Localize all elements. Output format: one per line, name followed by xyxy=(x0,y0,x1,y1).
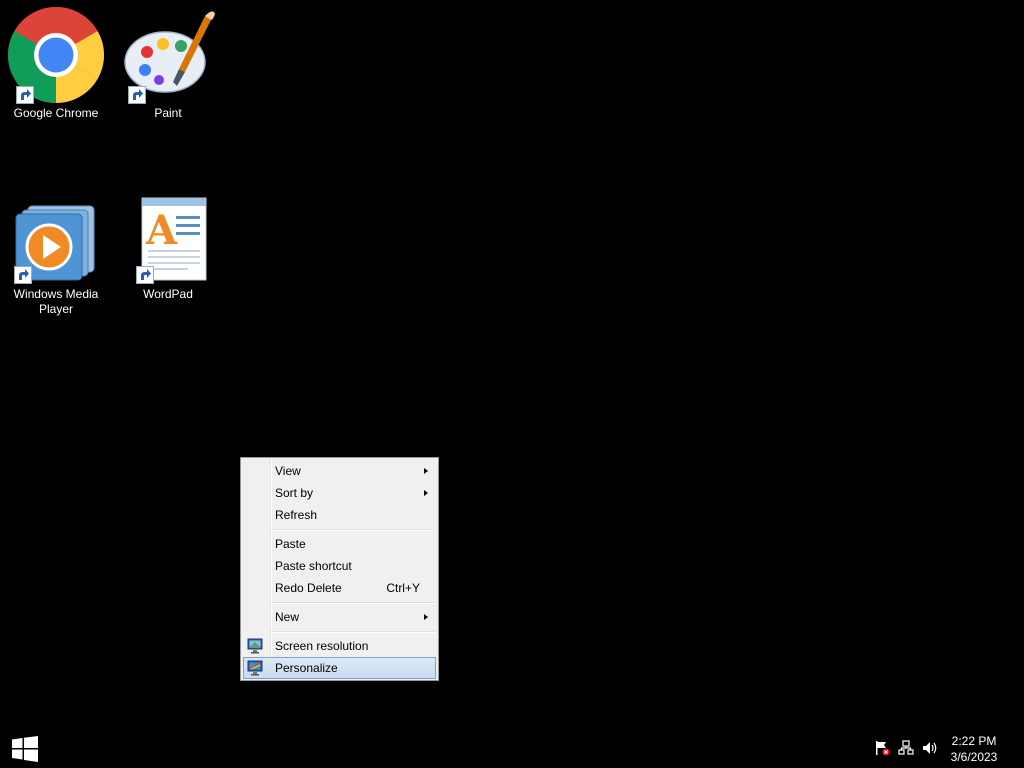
menu-item-label: Personalize xyxy=(275,661,338,675)
network-icon[interactable] xyxy=(898,740,914,756)
menu-item-label: View xyxy=(275,464,301,478)
personalize-icon xyxy=(247,660,263,676)
action-center-flag-icon[interactable] xyxy=(874,740,890,756)
desktop-icon-google-chrome[interactable]: Google Chrome xyxy=(0,6,112,121)
menu-item-redo-delete[interactable]: Redo Delete Ctrl+Y xyxy=(243,577,436,599)
desktop-icon-windows-media-player[interactable]: Windows Media Player xyxy=(0,204,112,317)
screen-resolution-icon xyxy=(247,638,263,654)
taskbar-clock[interactable]: 2:22 PM 3/6/2023 xyxy=(944,733,1004,765)
menu-item-personalize[interactable]: Personalize xyxy=(243,657,436,679)
desktop[interactable]: Google Chrome Paint Windows Media Player… xyxy=(0,0,1024,768)
shortcut-arrow-icon xyxy=(16,86,34,104)
menu-item-label: Sort by xyxy=(275,486,314,500)
menu-item-label: Paste shortcut xyxy=(275,559,352,573)
submenu-arrow-icon xyxy=(424,468,428,474)
menu-item-label: Redo Delete xyxy=(275,581,342,595)
menu-item-label: Refresh xyxy=(275,508,318,522)
desktop-icon-paint[interactable]: Paint xyxy=(112,6,224,121)
clock-date: 3/6/2023 xyxy=(950,750,998,764)
menu-item-view[interactable]: View xyxy=(243,460,436,482)
desktop-icon-label: Google Chrome xyxy=(13,106,99,120)
menu-item-refresh[interactable]: Refresh xyxy=(243,504,436,526)
menu-item-screen-resolution[interactable]: Screen resolution xyxy=(243,635,436,657)
menu-separator xyxy=(271,602,435,604)
shortcut-arrow-icon xyxy=(14,266,32,284)
submenu-arrow-icon xyxy=(424,490,428,496)
menu-item-label: Paste xyxy=(275,537,306,551)
menu-item-label: New xyxy=(275,610,300,624)
menu-item-paste[interactable]: Paste xyxy=(243,533,436,555)
menu-item-label: Screen resolution xyxy=(275,639,369,653)
shortcut-arrow-icon xyxy=(128,86,146,104)
clock-time: 2:22 PM xyxy=(951,734,997,748)
menu-separator xyxy=(271,631,435,633)
desktop-icon-label: Paint xyxy=(154,106,182,120)
desktop-icon-label: WordPad xyxy=(143,287,193,301)
windows-logo-icon xyxy=(12,736,38,762)
svg-text:A: A xyxy=(145,207,178,254)
shortcut-arrow-icon xyxy=(136,266,154,284)
menu-item-shortcut-key: Ctrl+Y xyxy=(386,581,420,595)
menu-item-paste-shortcut[interactable]: Paste shortcut xyxy=(243,555,436,577)
desktop-icon-wordpad[interactable]: A WordPad xyxy=(112,196,224,302)
desktop-icon-label: Windows Media Player xyxy=(13,287,99,316)
start-button[interactable] xyxy=(12,736,38,762)
volume-icon[interactable] xyxy=(922,740,938,756)
menu-item-sort-by[interactable]: Sort by xyxy=(243,482,436,504)
menu-item-new[interactable]: New xyxy=(243,606,436,628)
menu-separator xyxy=(271,529,435,531)
submenu-arrow-icon xyxy=(424,614,428,620)
desktop-context-menu: View Sort by Refresh Paste Paste shortcu… xyxy=(240,457,439,681)
